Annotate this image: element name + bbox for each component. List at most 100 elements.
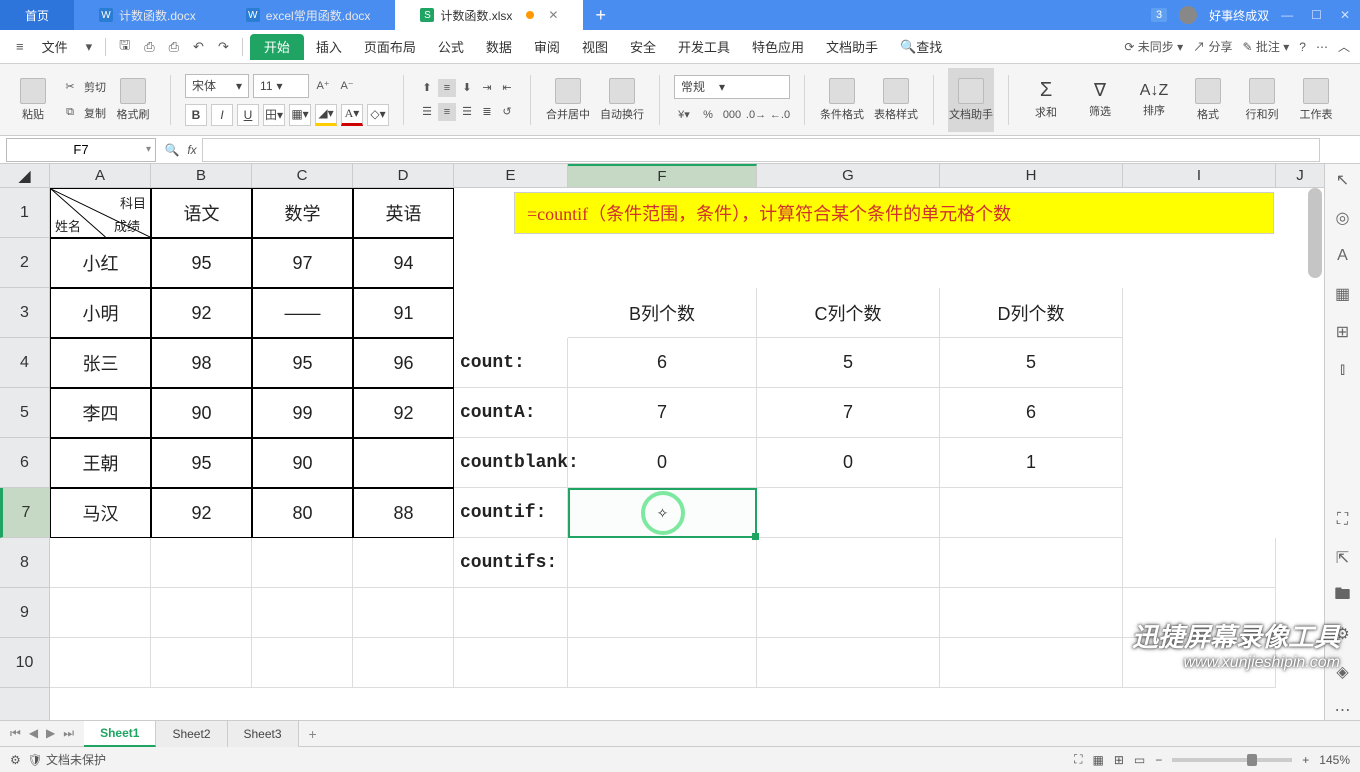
cell-H9[interactable] [940, 588, 1123, 638]
sync-button[interactable]: ⟳ 未同步 ▾ [1124, 38, 1183, 55]
hamburger-icon[interactable]: ≡ [10, 39, 30, 54]
cell-D4[interactable]: 96 [353, 338, 454, 388]
cell-B10[interactable] [151, 638, 252, 688]
sheet-nav-first-icon[interactable]: ⏮ [10, 726, 21, 741]
cell-C4[interactable]: 95 [252, 338, 353, 388]
cell-F6[interactable]: 0 [568, 438, 757, 488]
cut-button[interactable]: ✂剪切 [60, 77, 106, 97]
vertical-scrollbar[interactable] [1308, 188, 1322, 278]
align-left-icon[interactable]: ☰ [418, 103, 436, 121]
grid-pane-icon[interactable]: ▦ [1333, 284, 1353, 304]
cell-G3[interactable]: C列个数 [757, 288, 940, 338]
column-header-D[interactable]: D [353, 164, 454, 187]
cell-H10[interactable] [940, 638, 1123, 688]
format-button[interactable]: 格式 [1185, 68, 1231, 132]
menu-file[interactable]: 文件 [32, 30, 78, 63]
align-middle-icon[interactable]: ≡ [438, 79, 456, 97]
menu-start[interactable]: 开始 [250, 34, 304, 60]
file-tab-docx1[interactable]: W 计数函数.docx [74, 0, 221, 30]
align-center-icon[interactable]: ≡ [438, 103, 456, 121]
export-icon[interactable]: ⇱ [1333, 548, 1353, 568]
zoom-out-icon[interactable]: − [1155, 753, 1162, 767]
cell-E9[interactable] [454, 588, 568, 638]
cell-G10[interactable] [757, 638, 940, 688]
font-name-select[interactable]: 宋体▾ [185, 74, 249, 98]
cell-I8[interactable] [1123, 538, 1276, 588]
collapse-ribbon-icon[interactable]: ︿ [1338, 38, 1350, 55]
row-header-6[interactable]: 6 [0, 438, 49, 488]
increase-font-icon[interactable]: A⁺ [313, 76, 333, 96]
row-header-3[interactable]: 3 [0, 288, 49, 338]
view-page-icon[interactable]: ⊞ [1114, 753, 1124, 767]
row-header-5[interactable]: 5 [0, 388, 49, 438]
sort-button[interactable]: A↓Z排序 [1131, 68, 1177, 132]
redo-icon[interactable]: ↷ [212, 39, 235, 55]
conditional-format-button[interactable]: 条件格式 [819, 68, 865, 132]
formula-input[interactable] [202, 138, 1320, 162]
decrease-decimal-icon[interactable]: ←.0 [770, 105, 790, 125]
currency-icon[interactable]: ¥▾ [674, 105, 694, 125]
view-break-icon[interactable]: ▭ [1134, 753, 1145, 767]
cell-H6[interactable]: 1 [940, 438, 1123, 488]
chevron-down-icon[interactable]: ▾ [80, 39, 99, 55]
cell-D8[interactable] [353, 538, 454, 588]
column-header-A[interactable]: A [50, 164, 151, 187]
sheet-nav-last-icon[interactable]: ⏭ [63, 726, 74, 741]
table-style-button[interactable]: 表格样式 [873, 68, 919, 132]
row-header-10[interactable]: 10 [0, 638, 49, 688]
add-sheet-button[interactable]: + [299, 726, 327, 742]
sum-button[interactable]: Σ求和 [1023, 68, 1069, 132]
cell-C6[interactable]: 90 [252, 438, 353, 488]
cell-A7[interactable]: 马汉 [50, 488, 151, 538]
row-header-9[interactable]: 9 [0, 588, 49, 638]
cell-D9[interactable] [353, 588, 454, 638]
cell-A2[interactable]: 小红 [50, 238, 151, 288]
chart-pane-icon[interactable]: ⫾ [1333, 360, 1353, 380]
lookup-icon[interactable]: 🔍 [162, 143, 182, 157]
more-icon[interactable]: ⋯ [1316, 40, 1328, 54]
menu-search[interactable]: 🔍 查找 [890, 30, 952, 63]
maximize-icon[interactable]: ☐ [1311, 8, 1322, 22]
file-tab-docx2[interactable]: W excel常用函数.docx [221, 0, 396, 30]
menu-view[interactable]: 视图 [572, 30, 618, 63]
row-header-4[interactable]: 4 [0, 338, 49, 388]
cell-D7[interactable]: 88 [353, 488, 454, 538]
audit-pane-icon[interactable]: ◎ [1333, 208, 1353, 228]
column-header-C[interactable]: C [252, 164, 353, 187]
notification-badge[interactable]: 3 [1151, 8, 1167, 22]
zoom-level[interactable]: 145% [1319, 753, 1350, 767]
cell-A6[interactable]: 王朝 [50, 438, 151, 488]
style-pane-icon[interactable]: A [1333, 246, 1353, 266]
cell-G9[interactable] [757, 588, 940, 638]
cell-A9[interactable] [50, 588, 151, 638]
cell-C8[interactable] [252, 538, 353, 588]
menu-devtools[interactable]: 开发工具 [668, 30, 740, 63]
clear-format-icon[interactable]: ◇▾ [367, 104, 389, 126]
cell-F3[interactable]: B列个数 [568, 288, 757, 338]
paste-button[interactable]: 粘贴 [10, 68, 56, 132]
screenshot-icon[interactable]: ⛶ [1333, 510, 1353, 530]
cell-A10[interactable] [50, 638, 151, 688]
close-icon[interactable]: ✕ [548, 8, 558, 22]
comments-button[interactable]: ✎ 批注 ▾ [1243, 38, 1290, 55]
cell-F8[interactable] [568, 538, 757, 588]
cell-G5[interactable]: 7 [757, 388, 940, 438]
cell-B7[interactable]: 92 [151, 488, 252, 538]
select-all-corner[interactable]: ◢ [0, 164, 49, 188]
fill-color-button[interactable]: ◢▾ [315, 104, 337, 126]
cell-G6[interactable]: 0 [757, 438, 940, 488]
cell-C10[interactable] [252, 638, 353, 688]
protect-icon[interactable]: 🛡 文档未保护 [27, 751, 106, 768]
cell-B6[interactable]: 95 [151, 438, 252, 488]
cell-C5[interactable]: 99 [252, 388, 353, 438]
cell-G7[interactable] [757, 488, 940, 538]
cell-A1[interactable]: 科目姓名成绩 [50, 188, 151, 238]
layout-pane-icon[interactable]: ⊞ [1333, 322, 1353, 342]
cell-D1[interactable]: 英语 [353, 188, 454, 238]
name-box[interactable]: F7▾ [6, 138, 156, 162]
sheet-tab-3[interactable]: Sheet3 [228, 721, 299, 747]
fx-icon[interactable]: fx [182, 143, 202, 157]
sheet-nav-next-icon[interactable]: ▶ [46, 726, 55, 741]
cell-H8[interactable] [940, 538, 1123, 588]
indent-right-icon[interactable]: ⇤ [498, 79, 516, 97]
